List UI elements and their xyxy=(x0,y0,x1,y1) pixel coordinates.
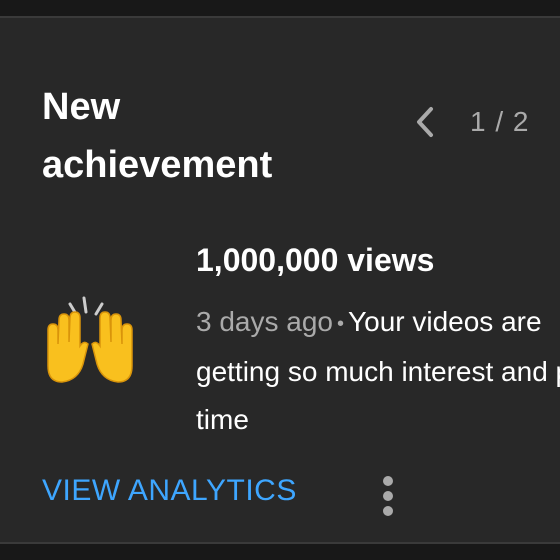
achievement-description-block: 3 days ago • Your videos are getting so mu… xyxy=(196,298,560,444)
time-ago: 3 days ago xyxy=(196,306,333,337)
page: New achievement 1 / 2 1,000,000 views 3 … xyxy=(0,0,560,560)
view-analytics-button[interactable]: VIEW ANALYTICS xyxy=(42,474,297,508)
page-indicator: 1 / 2 xyxy=(470,106,530,137)
chevron-left-icon xyxy=(417,107,433,137)
raising-hands-icon xyxy=(40,290,140,390)
more-vertical-icon xyxy=(383,476,393,516)
previous-button[interactable] xyxy=(408,102,442,142)
pager: 1 / 2 xyxy=(408,102,529,142)
achievement-card: New achievement 1 / 2 1,000,000 views 3 … xyxy=(0,16,560,544)
achievement-title: 1,000,000 views xyxy=(196,242,435,278)
separator-dot: • xyxy=(337,312,345,335)
more-options-button[interactable] xyxy=(370,472,406,520)
card-title: New achievement xyxy=(42,86,273,186)
